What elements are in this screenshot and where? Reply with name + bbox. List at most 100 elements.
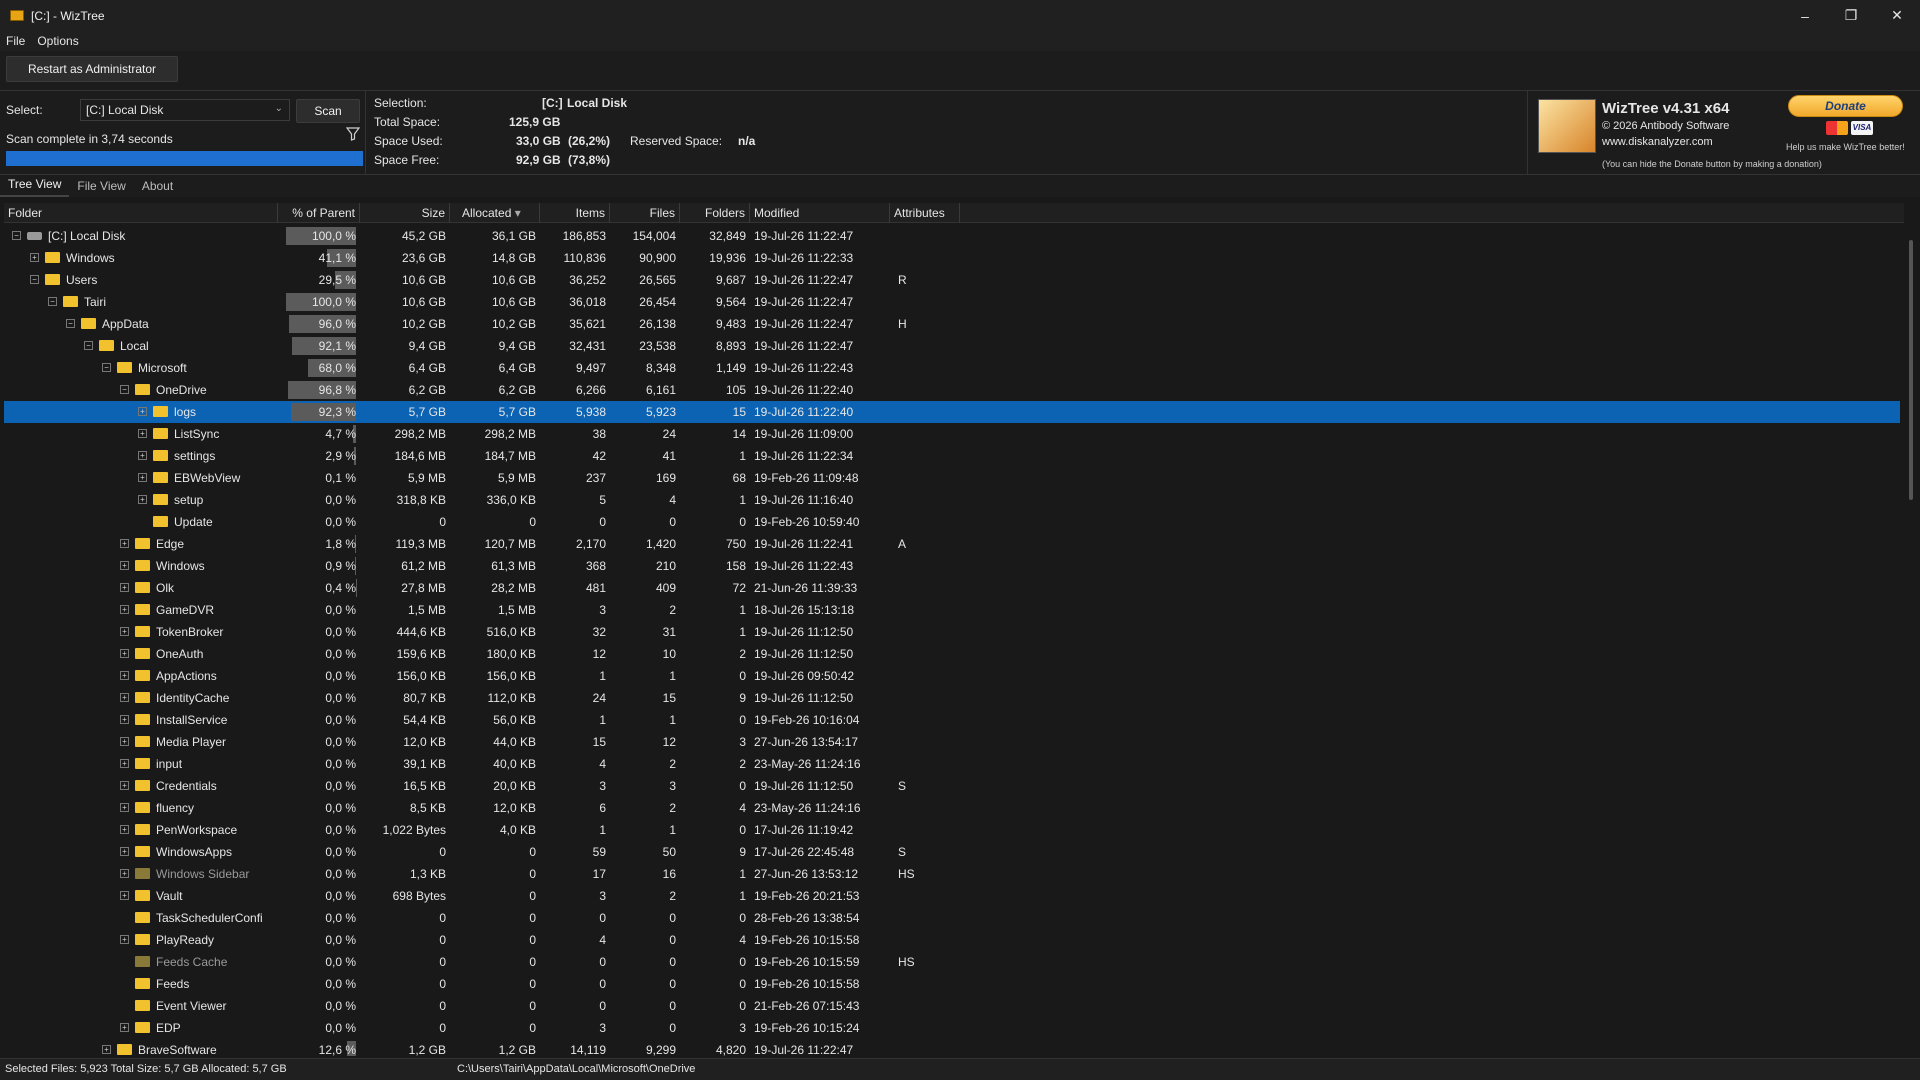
- expand-toggle-icon[interactable]: +: [120, 693, 129, 702]
- table-row[interactable]: + fluency 0,0 % 8,5 KB 12,0 KB 6 2 4 23-May-26 1…: [4, 797, 1900, 819]
- table-row[interactable]: + EDP 0,0 % 0 0 3 0 3 19-Feb-26 10:15:24: [4, 1017, 1900, 1039]
- tab-about[interactable]: About: [134, 179, 181, 197]
- col-files[interactable]: Files: [610, 203, 680, 223]
- minimize-button[interactable]: –: [1782, 0, 1828, 31]
- expand-toggle-icon[interactable]: +: [120, 671, 129, 680]
- table-row[interactable]: + Olk 0,4 % 27,8 MB 28,2 MB 481 409 72 21-Jun-26…: [4, 577, 1900, 599]
- table-row[interactable]: + WindowsApps 0,0 % 0 0 59 50 9 17-Jul-26 22:45:…: [4, 841, 1900, 863]
- table-row[interactable]: + GameDVR 0,0 % 1,5 MB 1,5 MB 3 2 1 18-Jul-26 15…: [4, 599, 1900, 621]
- table-row[interactable]: + Media Player 0,0 % 12,0 KB 44,0 KB 15 12 3 27-…: [4, 731, 1900, 753]
- table-row[interactable]: − Users 29,5 % 10,6 GB 10,6 GB 36,252 26,565 9,…: [4, 269, 1900, 291]
- about-website[interactable]: www.diskanalyzer.com: [1602, 136, 1713, 148]
- table-row[interactable]: + EBWebView 0,1 % 5,9 MB 5,9 MB 237 169 68 19-Fe…: [4, 467, 1900, 489]
- table-row[interactable]: + Windows 0,9 % 61,2 MB 61,3 MB 368 210 158 19-J…: [4, 555, 1900, 577]
- expand-toggle-icon[interactable]: +: [120, 605, 129, 614]
- expand-toggle-icon[interactable]: +: [120, 781, 129, 790]
- table-row[interactable]: + input 0,0 % 39,1 KB 40,0 KB 4 2 2 23-May-26 11…: [4, 753, 1900, 775]
- col-size[interactable]: Size: [360, 203, 450, 223]
- table-row[interactable]: − AppData 96,0 % 10,2 GB 10,2 GB 35,621 26,138…: [4, 313, 1900, 335]
- expand-toggle-icon[interactable]: +: [120, 869, 129, 878]
- filter-icon[interactable]: [346, 127, 360, 141]
- tab-tree-view[interactable]: Tree View: [0, 177, 70, 197]
- table-row[interactable]: + AppActions 0,0 % 156,0 KB 156,0 KB 1 1 0 19-Ju…: [4, 665, 1900, 687]
- expand-toggle-icon[interactable]: −: [66, 319, 75, 328]
- table-row[interactable]: + logs 92,3 % 5,7 GB 5,7 GB 5,938 5,923 15 19-Ju…: [4, 401, 1900, 423]
- table-row[interactable]: − OneDrive 96,8 % 6,2 GB 6,2 GB 6,266 6,161 105…: [4, 379, 1900, 401]
- table-row[interactable]: − Local 92,1 % 9,4 GB 9,4 GB 32,431 23,538 8,89…: [4, 335, 1900, 357]
- expand-toggle-icon[interactable]: −: [12, 231, 21, 240]
- expand-toggle-icon[interactable]: +: [120, 803, 129, 812]
- table-row[interactable]: TaskSchedulerConfi 0,0 % 0 0 0 0 0 28-Feb-26 13…: [4, 907, 1900, 929]
- table-row[interactable]: + Edge 1,8 % 119,3 MB 120,7 MB 2,170 1,420 750 1…: [4, 533, 1900, 555]
- folder-tree-grid[interactable]: Folder % of Parent Size Allocated ▾ Item…: [4, 203, 1916, 1056]
- expand-toggle-icon[interactable]: +: [138, 407, 147, 416]
- table-row[interactable]: Update 0,0 % 0 0 0 0 0 19-Feb-26 10:59:40: [4, 511, 1900, 533]
- expand-toggle-icon[interactable]: +: [120, 539, 129, 548]
- table-row[interactable]: + settings 2,9 % 184,6 MB 184,7 MB 42 41 1 19-Ju…: [4, 445, 1900, 467]
- expand-toggle-icon[interactable]: +: [120, 935, 129, 944]
- table-row[interactable]: Feeds Cache 0,0 % 0 0 0 0 0 19-Feb-26 10:15:59 H…: [4, 951, 1900, 973]
- close-button[interactable]: ✕: [1874, 0, 1920, 31]
- expand-toggle-icon[interactable]: +: [120, 627, 129, 636]
- restart-admin-button[interactable]: Restart as Administrator: [6, 56, 178, 82]
- col-folder[interactable]: Folder: [4, 203, 278, 223]
- restore-button[interactable]: ❐: [1828, 0, 1874, 31]
- expand-toggle-icon[interactable]: +: [30, 253, 39, 262]
- table-row[interactable]: + TokenBroker 0,0 % 444,6 KB 516,0 KB 32 31 1 19…: [4, 621, 1900, 643]
- table-row[interactable]: + setup 0,0 % 318,8 KB 336,0 KB 5 4 1 19-Jul-26 …: [4, 489, 1900, 511]
- table-row[interactable]: + OneAuth 0,0 % 159,6 KB 180,0 KB 12 10 2 19-Jul…: [4, 643, 1900, 665]
- expand-toggle-icon[interactable]: +: [120, 759, 129, 768]
- table-row[interactable]: − Tairi 100,0 % 10,6 GB 10,6 GB 36,018 26,454 9…: [4, 291, 1900, 313]
- col-modified[interactable]: Modified: [750, 203, 890, 223]
- expand-toggle-icon[interactable]: −: [120, 385, 129, 394]
- folder-name: logs: [174, 405, 197, 419]
- expand-toggle-icon[interactable]: −: [30, 275, 39, 284]
- expand-toggle-icon[interactable]: +: [120, 715, 129, 724]
- scan-button[interactable]: Scan: [296, 99, 360, 123]
- table-row[interactable]: + Vault 0,0 % 698 Bytes 0 3 2 1 19-Feb-26 20:21:…: [4, 885, 1900, 907]
- table-row[interactable]: + Credentials 0,0 % 16,5 KB 20,0 KB 3 3 0 19-Jul…: [4, 775, 1900, 797]
- expand-toggle-icon[interactable]: +: [120, 649, 129, 658]
- expand-toggle-icon[interactable]: +: [120, 825, 129, 834]
- table-row[interactable]: + PenWorkspace 0,0 % 1,022 Bytes 4,0 KB 1 1 0 17…: [4, 819, 1900, 841]
- menu-file[interactable]: File: [0, 34, 31, 48]
- files-value: 3: [669, 779, 676, 793]
- expand-toggle-icon[interactable]: +: [120, 847, 129, 856]
- expand-toggle-icon[interactable]: −: [48, 297, 57, 306]
- vertical-scrollbar[interactable]: [1908, 230, 1916, 1050]
- scrollbar-thumb[interactable]: [1909, 240, 1913, 500]
- drive-select[interactable]: [C:] Local Disk ⌄: [80, 99, 290, 121]
- expand-toggle-icon[interactable]: −: [84, 341, 93, 350]
- expand-toggle-icon[interactable]: +: [120, 561, 129, 570]
- table-row[interactable]: − [C:] Local Disk 100,0 % 45,2 GB 36,1 GB 186…: [4, 225, 1900, 247]
- col-pct-parent[interactable]: % of Parent: [278, 203, 360, 223]
- expand-toggle-icon[interactable]: −: [102, 363, 111, 372]
- expand-toggle-icon[interactable]: +: [138, 429, 147, 438]
- expand-toggle-icon[interactable]: +: [120, 737, 129, 746]
- table-row[interactable]: Event Viewer 0,0 % 0 0 0 0 0 21-Feb-26 07:15:43: [4, 995, 1900, 1017]
- table-row[interactable]: + InstallService 0,0 % 54,4 KB 56,0 KB 1 1 0 19-…: [4, 709, 1900, 731]
- col-attributes[interactable]: Attributes: [890, 203, 960, 223]
- tab-file-view[interactable]: File View: [69, 179, 133, 197]
- table-row[interactable]: Feeds 0,0 % 0 0 0 0 0 19-Feb-26 10:15:58: [4, 973, 1900, 995]
- donate-button[interactable]: Donate: [1788, 95, 1903, 117]
- table-row[interactable]: + BraveSoftware 12,6 % 1,2 GB 1,2 GB 14,119 9,…: [4, 1039, 1900, 1056]
- col-allocated[interactable]: Allocated ▾: [450, 203, 540, 223]
- expand-toggle-icon[interactable]: +: [138, 495, 147, 504]
- col-items[interactable]: Items: [540, 203, 610, 223]
- col-folders[interactable]: Folders: [680, 203, 750, 223]
- table-row[interactable]: + Windows Sidebar 0,0 % 1,3 KB 0 17 16 1 27-Jun-…: [4, 863, 1900, 885]
- expand-toggle-icon[interactable]: +: [138, 451, 147, 460]
- table-row[interactable]: + PlayReady 0,0 % 0 0 4 0 4 19-Feb-26 10:15:58: [4, 929, 1900, 951]
- expand-toggle-icon[interactable]: +: [138, 473, 147, 482]
- table-row[interactable]: + IdentityCache 0,0 % 80,7 KB 112,0 KB 24 15 9 1…: [4, 687, 1900, 709]
- files-value: 210: [655, 559, 676, 573]
- expand-toggle-icon[interactable]: +: [102, 1045, 111, 1054]
- expand-toggle-icon[interactable]: +: [120, 1023, 129, 1032]
- table-row[interactable]: + ListSync 4,7 % 298,2 MB 298,2 MB 38 24 14 19-J…: [4, 423, 1900, 445]
- menu-options[interactable]: Options: [31, 34, 84, 48]
- expand-toggle-icon[interactable]: +: [120, 891, 129, 900]
- expand-toggle-icon[interactable]: +: [120, 583, 129, 592]
- table-row[interactable]: − Microsoft 68,0 % 6,4 GB 6,4 GB 9,497 8,348 1,…: [4, 357, 1900, 379]
- table-row[interactable]: + Windows 41,1 % 23,6 GB 14,8 GB 110,836 90,90…: [4, 247, 1900, 269]
